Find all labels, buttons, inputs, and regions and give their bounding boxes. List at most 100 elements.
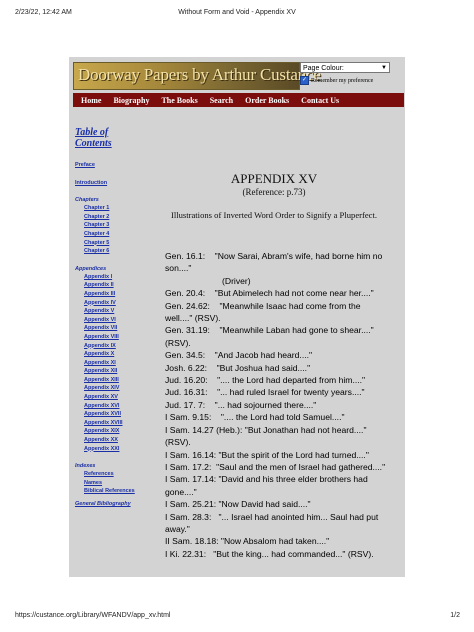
- verse-entry: Gen. 34.5: "And Jacob had heard....": [165, 349, 403, 361]
- sidebar: Table of Contents Preface Introduction C…: [75, 127, 135, 509]
- verse-entry: Gen. 31.19: "Meanwhile Laban had gone to…: [165, 324, 403, 349]
- sidebar-appendix-16[interactable]: Appendix XVI: [84, 402, 135, 411]
- nav-contact-us[interactable]: Contact Us: [295, 96, 345, 105]
- verse-entry-continuation: gone....": [165, 486, 197, 497]
- page-colour-label: Page Colour:: [303, 65, 344, 72]
- sidebar-appendix-11[interactable]: Appendix XI: [84, 359, 135, 368]
- verse-entry-line: (Driver): [222, 275, 251, 286]
- verse-entry: I Sam. 25.21: "Now David had said....": [165, 498, 403, 510]
- page-content-area: Doorway Papers by Arthur Custance Page C…: [69, 57, 405, 577]
- sidebar-chapter-1[interactable]: Chapter 1: [84, 204, 135, 213]
- sidebar-appendix-20[interactable]: Appendix XX: [84, 436, 135, 445]
- sidebar-index-3[interactable]: Biblical References: [84, 487, 135, 496]
- sidebar-appendix-8[interactable]: Appendix VIII: [84, 333, 135, 342]
- print-url: https://custance.org/Library/WFANDV/app_…: [15, 612, 171, 619]
- sidebar-appendix-6[interactable]: Appendix VI: [84, 316, 135, 325]
- nav-biography[interactable]: Biography: [107, 96, 155, 105]
- verse-entry: (Driver): [165, 275, 403, 287]
- verse-entry: Gen. 20.4: "But Abimelech had not come n…: [165, 287, 403, 299]
- chevron-down-icon: ▼: [381, 65, 387, 71]
- sidebar-appendix-19[interactable]: Appendix XIX: [84, 427, 135, 436]
- sidebar-index-2[interactable]: Names: [84, 479, 135, 488]
- verse-entry-line: Josh. 6.22: "But Joshua had said....": [165, 362, 311, 373]
- verse-entry: Jud. 16.20: ".... the Lord had departed …: [165, 374, 403, 386]
- verse-entry-line: Jud. 16.31: "... had ruled Israel for tw…: [165, 387, 365, 398]
- verse-entry: I Sam. 17.2: "Saul and the men of Israel…: [165, 461, 403, 473]
- sidebar-appendix-10[interactable]: Appendix X: [84, 350, 135, 359]
- preferences-panel: Page Colour: ▼ ✓ Remember my preference: [300, 62, 400, 85]
- site-banner[interactable]: Doorway Papers by Arthur Custance: [73, 62, 321, 90]
- sidebar-appendix-3[interactable]: Appendix III: [84, 290, 135, 299]
- page-colour-select[interactable]: Page Colour: ▼: [300, 62, 390, 73]
- verse-entry-line: Gen. 16.1: "Now Sarai, Abram's wife, had…: [165, 251, 383, 261]
- verse-entry-continuation: well...." (RSV).: [165, 313, 221, 324]
- sidebar-appendix-21[interactable]: Appendix XXI: [84, 445, 135, 454]
- verse-entry: Josh. 6.22: "But Joshua had said....": [165, 362, 403, 374]
- toc-line-1: Table of: [75, 127, 109, 138]
- verse-entry: Jud. 17. 7: "... had sojourned there....…: [165, 399, 403, 411]
- sidebar-appendix-5[interactable]: Appendix V: [84, 307, 135, 316]
- verse-entry-line: Gen. 24.62: "Meanwhile Isaac had come fr…: [165, 300, 361, 311]
- nav-search[interactable]: Search: [204, 96, 239, 105]
- sidebar-chapter-6[interactable]: Chapter 6: [84, 247, 135, 256]
- indexes-heading: Indexes: [75, 463, 96, 470]
- remember-preference[interactable]: ✓ Remember my preference: [300, 76, 400, 85]
- appendices-list: Appendix I Appendix II Appendix III Appendi…: [75, 273, 135, 453]
- remember-checkbox[interactable]: ✓: [300, 76, 309, 85]
- sidebar-appendix-17[interactable]: Appendix XVII: [84, 410, 135, 419]
- sidebar-appendix-14[interactable]: Appendix XIV: [84, 384, 135, 393]
- print-title: Without Form and Void - Appendix XV: [178, 9, 296, 16]
- verse-entry: Gen. 16.1: "Now Sarai, Abram's wife, had…: [165, 250, 403, 275]
- verse-entry: I Sam. 17.14: "David and his three elder…: [165, 473, 403, 498]
- indexes-list: References Names Biblical References: [75, 470, 135, 496]
- verse-entry-line: Jud. 17. 7: "... had sojourned there....…: [165, 399, 317, 410]
- sidebar-appendix-9[interactable]: Appendix IX: [84, 342, 135, 351]
- sidebar-introduction[interactable]: Introduction: [75, 179, 135, 188]
- sidebar-appendix-13[interactable]: Appendix XIII: [84, 376, 135, 385]
- sidebar-appendix-1[interactable]: Appendix I: [84, 273, 135, 282]
- sidebar-chapter-2[interactable]: Chapter 2: [84, 213, 135, 222]
- verse-entry: I Sam. 16.14: "But the spirit of the Lor…: [165, 449, 403, 461]
- sidebar-appendix-2[interactable]: Appendix II: [84, 281, 135, 290]
- print-page-number: 1/2: [450, 612, 460, 619]
- sidebar-chapter-5[interactable]: Chapter 5: [84, 239, 135, 248]
- remember-label: Remember my preference: [311, 77, 374, 84]
- sidebar-preface[interactable]: Preface: [75, 161, 135, 170]
- sidebar-appendix-7[interactable]: Appendix VII: [84, 324, 135, 333]
- verse-entry-line: I Ki. 22.31: "But the king... had comman…: [165, 548, 374, 559]
- sidebar-chapter-3[interactable]: Chapter 3: [84, 221, 135, 230]
- nav-the-books[interactable]: The Books: [155, 96, 203, 105]
- verse-entry-continuation: son....": [165, 263, 192, 274]
- verse-entry: I Sam. 9.15: ".... the Lord had told Sam…: [165, 411, 403, 423]
- verse-entry-line: I Sam. 16.14: "But the spirit of the Lor…: [165, 449, 369, 460]
- verse-entry: I Sam. 14.27 (Heb.): "But Jonathan had n…: [165, 424, 403, 449]
- verse-entry-line: I Sam. 9.15: ".... the Lord had told Sam…: [165, 412, 345, 423]
- verse-entry-continuation: (RSV).: [165, 437, 191, 448]
- sidebar-appendix-15[interactable]: Appendix XV: [84, 393, 135, 402]
- verse-entry-line: I Sam. 17.14: "David and his three elder…: [165, 474, 368, 485]
- verse-entry-line: I Sam. 25.21: "Now David had said....": [165, 499, 311, 510]
- sidebar-chapter-4[interactable]: Chapter 4: [84, 230, 135, 239]
- verse-entry: I Ki. 22.31: "But the king... had comman…: [165, 548, 403, 560]
- page-reference: (Reference: p.73): [242, 187, 306, 197]
- sidebar-appendix-18[interactable]: Appendix XVIII: [84, 419, 135, 428]
- verse-entry: Jud. 16.31: "... had ruled Israel for tw…: [165, 386, 403, 398]
- sidebar-appendix-12[interactable]: Appendix XII: [84, 367, 135, 376]
- sidebar-index-1[interactable]: References: [84, 470, 135, 479]
- table-of-contents-link[interactable]: Table of Contents: [75, 127, 135, 149]
- chapters-heading: Chapters: [75, 197, 99, 204]
- toc-line-2: Contents: [75, 138, 112, 149]
- verse-entry-line: Gen. 34.5: "And Jacob had heard....": [165, 350, 313, 361]
- sidebar-appendix-4[interactable]: Appendix IV: [84, 299, 135, 308]
- main-content: APPENDIX XV (Reference: p.73) Illustrati…: [145, 171, 403, 221]
- nav-order-books[interactable]: Order Books: [239, 96, 295, 105]
- verse-entry-line: II Sam. 18.18: "Now Absalom had taken...…: [165, 536, 330, 547]
- sidebar-general-bibliography[interactable]: General Bibliography: [75, 500, 135, 509]
- verse-entry-line: Jud. 16.20: ".... the Lord had departed …: [165, 375, 366, 386]
- page-title: APPENDIX XV: [230, 171, 318, 186]
- nav-home[interactable]: Home: [73, 96, 107, 105]
- verse-entry: I Sam. 28.3: "... Israel had anointed hi…: [165, 511, 403, 536]
- site-title: Doorway Papers by Arthur Custance: [78, 65, 321, 84]
- verse-entry-line: I Sam. 28.3: "... Israel had anointed hi…: [165, 511, 379, 522]
- page-subtitle: Illustrations of Inverted Word Order to …: [170, 210, 378, 220]
